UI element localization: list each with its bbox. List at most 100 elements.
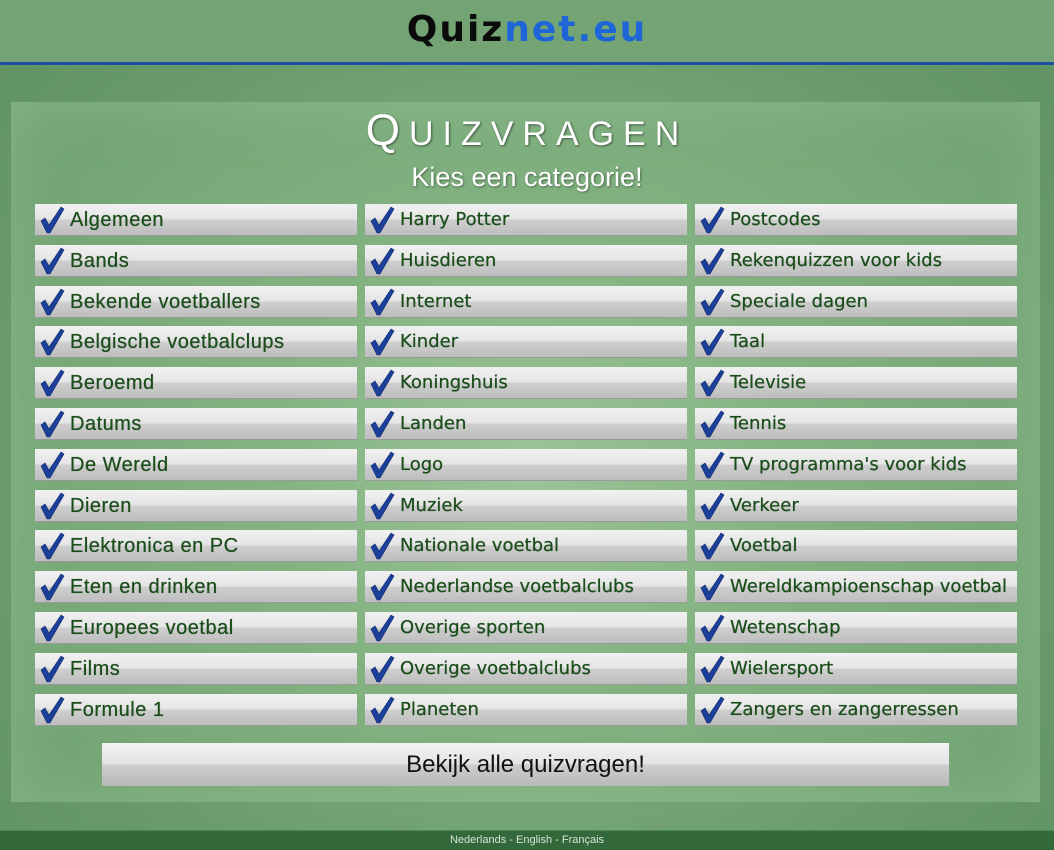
checkmark-icon (370, 288, 395, 316)
checkmark-icon (700, 369, 725, 397)
category-label: Formule 1 (70, 699, 165, 721)
category-button[interactable]: Overige voetbalclubs (365, 653, 687, 685)
checkmark-icon (370, 532, 395, 560)
checkmark-icon (40, 532, 65, 560)
checkmark-icon (370, 328, 395, 356)
category-button[interactable]: Zangers en zangerressen (695, 694, 1017, 726)
category-button[interactable]: Beroemd (35, 367, 357, 399)
category-label: Planeten (400, 699, 479, 720)
logo-part-quiz: Quiz (406, 9, 505, 50)
category-button[interactable]: Speciale dagen (695, 286, 1017, 318)
header: Quiznet.eu (0, 0, 1054, 65)
category-label: Wereldkampioenschap voetbal (730, 576, 1008, 597)
category-button[interactable]: Logo (365, 449, 687, 481)
category-button[interactable]: Verkeer (695, 490, 1017, 522)
category-button[interactable]: Wetenschap (695, 612, 1017, 644)
category-button[interactable]: De Wereld (35, 449, 357, 481)
category-label: Postcodes (730, 209, 821, 230)
category-label: Overige sporten (400, 617, 546, 638)
category-button[interactable]: Taal (695, 326, 1017, 358)
checkmark-icon (40, 655, 65, 683)
language-link-en[interactable]: English (516, 834, 552, 846)
category-button[interactable]: Formule 1 (35, 694, 357, 726)
checkmark-icon (700, 614, 725, 642)
category-label: Tennis (730, 413, 787, 434)
category-button[interactable]: Landen (365, 408, 687, 440)
category-label: Muziek (400, 495, 463, 516)
checkmark-icon (370, 614, 395, 642)
category-button[interactable]: Rekenquizzen voor kids (695, 245, 1017, 277)
checkmark-icon (700, 451, 725, 479)
category-label: TV programma's voor kids (730, 454, 967, 475)
category-button[interactable]: Eten en drinken (35, 571, 357, 603)
category-button[interactable]: Bands (35, 245, 357, 277)
category-button[interactable]: Belgische voetbalclups (35, 326, 357, 358)
category-label: Datums (70, 413, 142, 435)
category-label: Nationale voetbal (400, 535, 560, 556)
page-subtitle: Kies een categorie! (411, 162, 643, 192)
category-button[interactable]: Koningshuis (365, 367, 687, 399)
checkmark-icon (700, 573, 725, 601)
category-button[interactable]: Kinder (365, 326, 687, 358)
category-button[interactable]: Nederlandse voetbalclubs (365, 571, 687, 603)
category-button[interactable]: Televisie (695, 367, 1017, 399)
category-label: Landen (400, 413, 467, 434)
view-all-questions-button[interactable]: Bekijk alle quizvragen! (102, 743, 949, 786)
category-label: Huisdieren (400, 250, 497, 271)
category-label: Wielersport (730, 658, 834, 679)
checkmark-icon (700, 696, 725, 724)
category-button[interactable]: Planeten (365, 694, 687, 726)
category-button[interactable]: Postcodes (695, 204, 1017, 236)
language-link-fr[interactable]: Français (562, 834, 604, 846)
category-button[interactable]: Algemeen (35, 204, 357, 236)
category-button[interactable]: Harry Potter (365, 204, 687, 236)
category-button[interactable]: Bekende voetballers (35, 286, 357, 318)
category-button[interactable]: Europees voetbal (35, 612, 357, 644)
checkmark-icon (700, 288, 725, 316)
language-link-nl[interactable]: Nederlands (450, 834, 506, 846)
checkmark-icon (370, 696, 395, 724)
checkmark-icon (700, 206, 725, 234)
checkmark-icon (40, 573, 65, 601)
category-label: Belgische voetbalclups (70, 331, 285, 353)
category-button[interactable]: Wereldkampioenschap voetbal (695, 571, 1017, 603)
checkmark-icon (40, 410, 65, 438)
category-label: Europees voetbal (70, 617, 234, 639)
checkmark-icon (40, 328, 65, 356)
category-button[interactable]: Overige sporten (365, 612, 687, 644)
checkmark-icon (40, 288, 65, 316)
site-logo[interactable]: Quiznet.eu (0, 6, 1054, 54)
category-button[interactable]: Dieren (35, 490, 357, 522)
category-button[interactable]: TV programma's voor kids (695, 449, 1017, 481)
category-label: Elektronica en PC (70, 535, 239, 557)
category-button[interactable]: Internet (365, 286, 687, 318)
checkmark-icon (40, 492, 65, 520)
category-label: Taal (730, 331, 766, 352)
category-button[interactable]: Huisdieren (365, 245, 687, 277)
checkmark-icon (370, 410, 395, 438)
page-title: Quizvragen (365, 106, 689, 155)
category-label: Logo (400, 454, 444, 475)
checkmark-icon (40, 206, 65, 234)
category-button[interactable]: Voetbal (695, 530, 1017, 562)
category-label: Verkeer (730, 495, 799, 516)
category-label: Eten en drinken (70, 576, 218, 598)
category-button[interactable]: Films (35, 653, 357, 685)
category-button[interactable]: Muziek (365, 490, 687, 522)
logo-part-net: net.eu (504, 9, 648, 50)
category-label: Beroemd (70, 372, 155, 394)
checkmark-icon (370, 206, 395, 234)
footer-separator: - (506, 834, 516, 846)
category-button[interactable]: Nationale voetbal (365, 530, 687, 562)
footer: Nederlands - English - Français (0, 830, 1054, 850)
checkmark-icon (370, 573, 395, 601)
category-label: Bekende voetballers (70, 291, 261, 313)
category-button[interactable]: Elektronica en PC (35, 530, 357, 562)
category-label: Koningshuis (400, 372, 508, 393)
category-label: Dieren (70, 495, 132, 517)
category-button[interactable]: Tennis (695, 408, 1017, 440)
checkmark-icon (40, 247, 65, 275)
checkmark-icon (40, 614, 65, 642)
category-button[interactable]: Datums (35, 408, 357, 440)
category-button[interactable]: Wielersport (695, 653, 1017, 685)
